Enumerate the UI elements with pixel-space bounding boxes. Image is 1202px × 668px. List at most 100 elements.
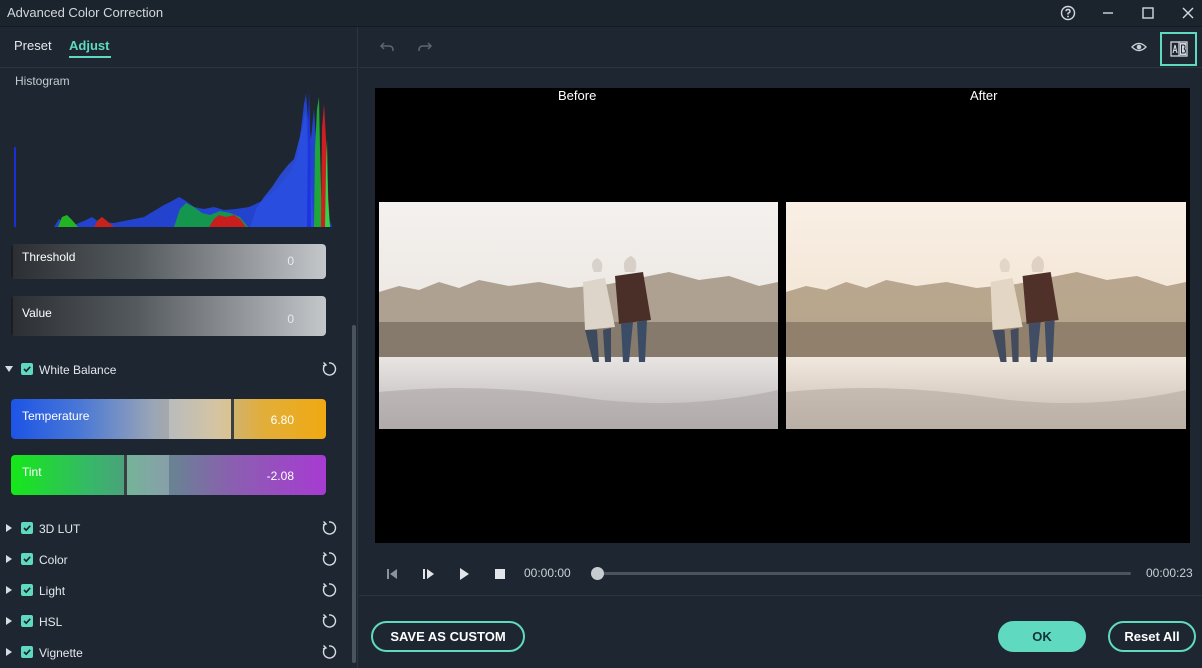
triangle-right-icon[interactable] [4,523,14,533]
timeline-track[interactable] [591,567,1131,580]
before-image [379,202,778,429]
slider-edge [11,244,13,279]
slider-highlight [169,399,232,439]
triangle-right-icon[interactable] [4,647,14,657]
divider [359,595,1202,596]
panel-tabs: Preset Adjust [0,27,358,68]
tint-value[interactable]: -2.08 [267,469,294,483]
play-frame-icon [423,569,434,579]
light-checkbox[interactable] [21,584,33,596]
triangle-right-icon[interactable] [4,554,14,564]
vignette-label: Vignette [39,646,83,660]
temperature-thumb[interactable] [231,399,234,439]
ok-button[interactable]: OK [998,621,1086,652]
tint-slider[interactable]: Tint -2.08 [11,455,326,495]
value-slider[interactable]: Value 0 [11,296,326,336]
temperature-value[interactable]: 6.80 [271,413,294,427]
redo-icon [418,42,433,51]
play-icon [460,568,469,580]
panel-scrollbar[interactable] [352,325,356,663]
3d-lut-label: 3D LUT [39,522,81,536]
before-after-preview: Before After [375,88,1190,543]
tab-adjust[interactable]: Adjust [69,38,109,53]
reset-icon[interactable] [321,520,337,536]
preview-toggle-button[interactable] [1131,40,1147,54]
maximize-button[interactable] [1128,0,1168,26]
reset-icon[interactable] [321,582,337,598]
tint-label: Tint [22,465,42,479]
preview-toolbar [359,27,1202,68]
checkbox-icon [23,649,31,656]
active-tab-indicator [69,56,111,58]
reset-icon[interactable] [321,613,337,629]
triangle-right-icon[interactable] [4,585,14,595]
section-color[interactable]: Color [0,549,350,571]
play-frame-button[interactable] [421,567,435,581]
hsl-checkbox[interactable] [21,615,33,627]
triangle-down-icon[interactable] [4,364,14,374]
play-button[interactable] [457,567,471,581]
slider-edge [11,296,13,336]
eye-icon [1131,42,1147,52]
after-label: After [970,88,998,103]
tint-thumb[interactable] [124,455,127,495]
checkbox-icon [23,525,31,532]
title-bar: Advanced Color Correction [0,0,1202,27]
prev-frame-icon [387,569,397,579]
reset-all-button[interactable]: Reset All [1108,621,1196,652]
vignette-checkbox[interactable] [21,646,33,658]
checkbox-icon [23,366,31,373]
ab-compare-icon [1169,41,1188,57]
slider-highlight [125,455,169,495]
advanced-color-correction-window: Advanced Color Correction Preset Adjust … [0,0,1202,668]
reset-icon[interactable] [321,551,337,567]
temperature-slider[interactable]: Temperature 6.80 [11,399,326,439]
threshold-slider[interactable]: Threshold 0 [11,244,326,279]
hsl-label: HSL [39,615,63,629]
section-hsl[interactable]: HSL [0,611,350,633]
undo-icon [379,42,394,51]
histogram-label: Histogram [15,74,70,88]
save-as-custom-button[interactable]: SAVE AS CUSTOM [371,621,525,652]
threshold-label: Threshold [22,250,76,264]
undo-button[interactable] [379,39,395,55]
timeline-playhead[interactable] [591,567,604,580]
checkbox-icon [23,618,31,625]
checkbox-icon [23,587,31,594]
maximize-icon [1142,7,1154,19]
adjust-panel: Preset Adjust Histogram Threshold 0 Valu… [0,27,358,668]
color-checkbox[interactable] [21,553,33,565]
section-vignette[interactable]: Vignette [0,642,350,664]
triangle-right-icon[interactable] [4,616,14,626]
checkbox-icon [23,556,31,563]
close-button[interactable] [1168,0,1202,26]
prev-frame-button[interactable] [385,567,399,581]
tab-preset[interactable]: Preset [14,38,52,53]
ab-compare-button[interactable] [1160,32,1197,66]
window-title: Advanced Color Correction [7,5,164,20]
minimize-icon [1103,12,1113,14]
3d-lut-checkbox[interactable] [21,522,33,534]
stop-icon [495,569,505,579]
threshold-value[interactable]: 0 [287,254,294,268]
white-balance-checkbox[interactable] [21,363,33,375]
current-time: 00:00:00 [524,566,571,580]
histogram-graph [14,91,332,227]
before-label: Before [558,88,597,103]
stop-button[interactable] [494,568,506,580]
close-icon [1182,7,1194,19]
section-3d-lut[interactable]: 3D LUT [0,518,350,540]
section-white-balance[interactable]: White Balance [0,359,350,381]
reset-icon[interactable] [321,361,337,377]
redo-button[interactable] [417,39,433,55]
minimize-button[interactable] [1088,0,1128,26]
reset-icon[interactable] [321,644,337,660]
light-label: Light [39,584,66,598]
value-value[interactable]: 0 [287,312,294,326]
total-time: 00:00:23 [1146,566,1193,580]
color-label: Color [39,553,68,567]
section-light[interactable]: Light [0,580,350,602]
help-button[interactable] [1048,0,1088,26]
temperature-label: Temperature [22,409,90,423]
after-image [786,202,1186,429]
